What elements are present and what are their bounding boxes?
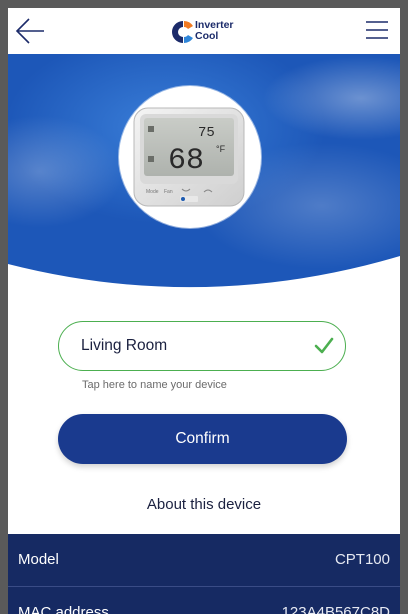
info-key: MAC address (18, 604, 109, 614)
info-key: Model (18, 551, 59, 568)
logo-line-2: Cool (195, 30, 219, 42)
about-device-link[interactable]: About this device (8, 496, 400, 513)
device-name-field[interactable]: Living Room (58, 321, 346, 371)
top-bar: Inverter Cool (8, 8, 400, 54)
current-temp-readout: 68 (168, 144, 204, 178)
device-image-circle: 75 68 °F Mode Fan (119, 86, 261, 228)
arrow-left-icon (15, 18, 44, 44)
thermostat-device-image: 75 68 °F Mode Fan (133, 107, 245, 207)
menu-button[interactable] (364, 19, 390, 41)
info-value: CPT100 (334, 551, 390, 568)
hero-curve-divider (8, 256, 400, 304)
device-info-table: Model CPT100 MAC address 123A4B567C8D (8, 534, 400, 614)
back-button[interactable] (14, 17, 46, 45)
device-mode-label: Mode (146, 189, 159, 195)
logo-text: Inverter Cool (195, 20, 234, 42)
brand-logo: Inverter Cool (172, 18, 252, 46)
name-field-hint: Tap here to name your device (82, 379, 227, 391)
temp-unit: °F (216, 144, 226, 154)
logo-mark-icon (172, 21, 193, 43)
check-icon (314, 337, 334, 354)
confirm-button[interactable]: Confirm (58, 414, 347, 464)
set-temp-readout: 75 (198, 125, 215, 141)
info-row-mac: MAC address 123A4B567C8D (8, 587, 400, 614)
app-screen: Inverter Cool 75 68 °F Mode Fan Living R… (8, 8, 400, 614)
info-value: 123A4B567C8D (281, 604, 390, 614)
info-row-model: Model CPT100 (8, 534, 400, 587)
device-fan-label: Fan (164, 189, 173, 195)
hamburger-menu-icon (366, 21, 388, 39)
device-name-value: Living Room (81, 337, 168, 354)
